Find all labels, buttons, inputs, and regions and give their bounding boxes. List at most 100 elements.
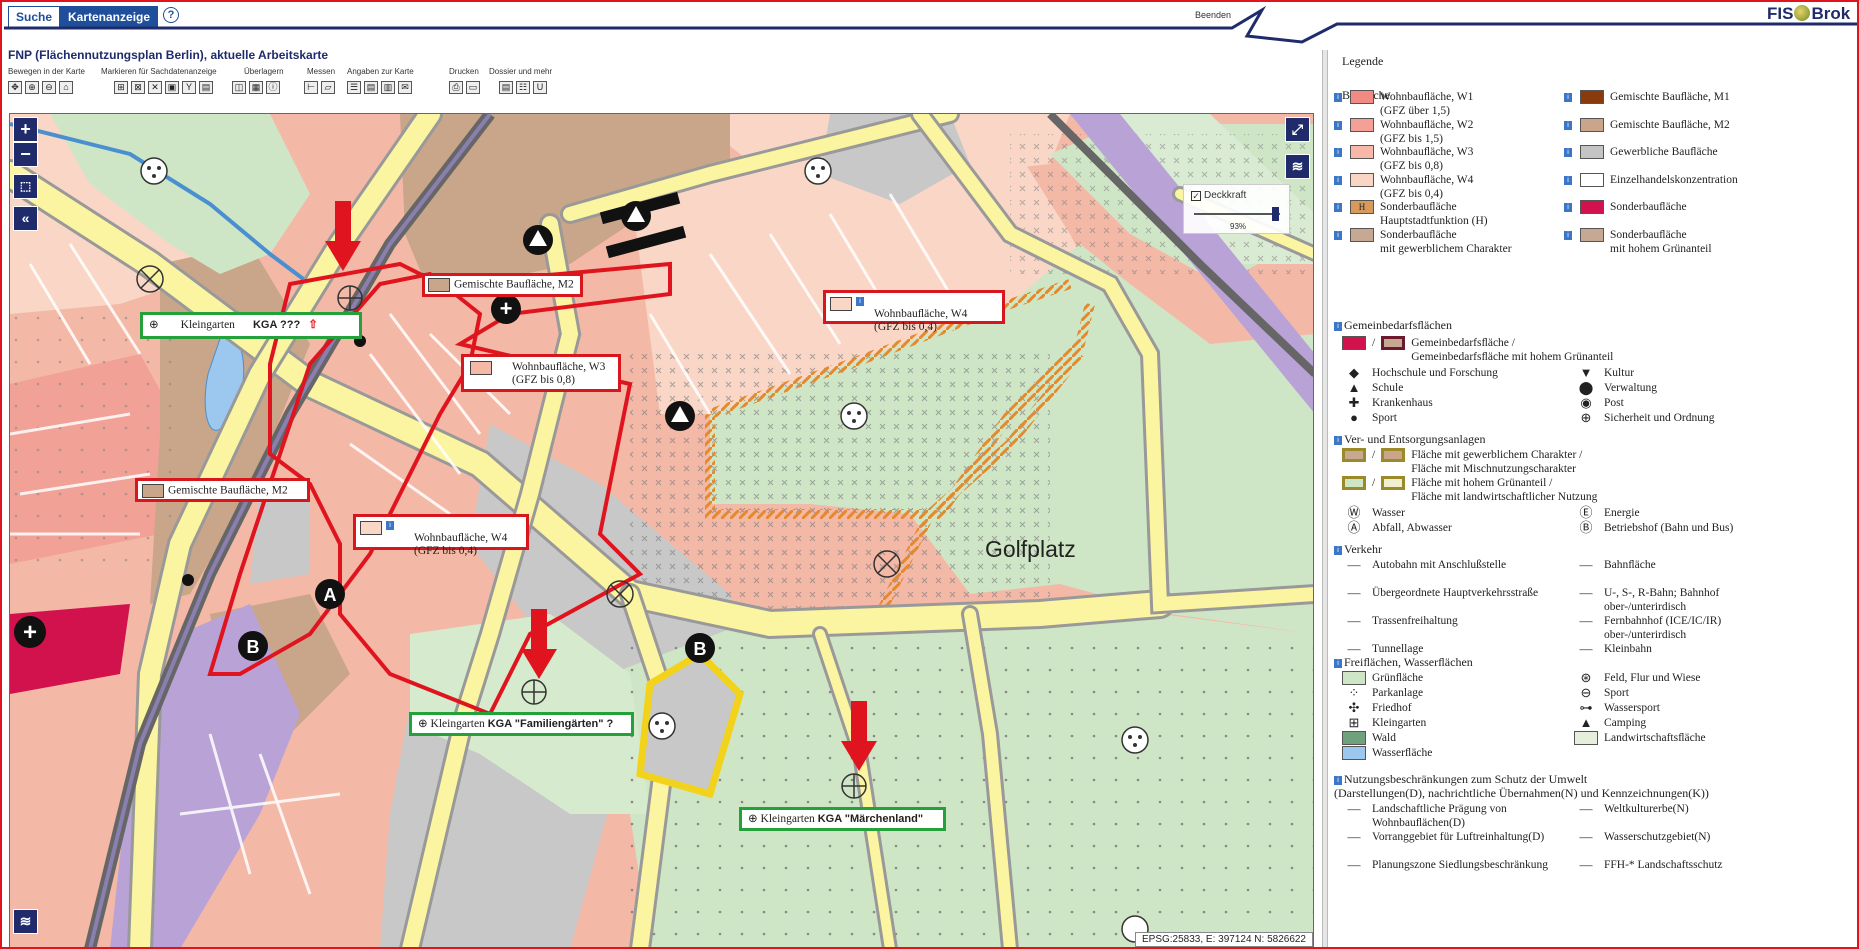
info-icon[interactable]: i [1334,230,1342,240]
legend-item: ⁘ Parkanlage [1342,686,1424,700]
legend-item: ● Sport [1342,411,1397,425]
info-icon[interactable]: i [1334,148,1342,157]
metadata-icon[interactable]: ▤ [364,81,378,94]
legend-item: ✣ Friedhof [1342,701,1412,715]
toolbar-group-label: Bewegen in der Karte [8,67,85,76]
legend-symbol-icon: ⊕ [1580,410,1592,425]
layer-switcher-icon[interactable]: ≋ [13,909,38,934]
zoom-out-button[interactable]: − [13,142,38,167]
legend-label: (GFZ bis 0,8) [1380,160,1443,172]
legend-swatch [1350,227,1374,242]
top-bar: Suche Kartenanzeige ? Beenden FIS Brok [2,2,1857,44]
zoom-box-icon[interactable]: ⬚ [13,174,38,199]
header-zigzag [4,5,1857,44]
collapse-panel-button[interactable]: « [13,206,38,231]
legend-swatch [1350,90,1374,104]
legend-label: Sport [1372,412,1397,424]
info-icon[interactable]: i [1334,120,1342,130]
kleingarten-icon: ⊕ [418,718,428,730]
zoom-in-icon[interactable]: ⊕ [25,81,39,94]
info-icon: i [1334,436,1342,445]
legend-symbol-icon: ✚ [1348,395,1360,410]
legend-line-icon: — [1579,641,1593,656]
pan-icon[interactable]: ✥ [8,81,22,94]
measure-area-icon[interactable]: ▱ [321,81,335,94]
callout-w4-top[interactable]: i Wohnbauﬂäche, W4 (GFZ bis 0,4) [823,290,1005,333]
opacity-checkbox[interactable]: ✓ [1191,191,1201,201]
legend-label: Sonderbauﬂäche [1610,201,1687,213]
info-icon[interactable]: i [1334,203,1342,212]
zoom-out-icon[interactable]: ⊖ [42,81,56,94]
info-icon[interactable]: ⓘ [266,81,280,94]
legend-swatch [1350,117,1374,132]
overlay-icon[interactable]: ▦ [249,81,263,94]
panel-splitter[interactable] [1322,50,1328,947]
fullscreen-icon[interactable]: ⤢ [1285,117,1310,142]
info-icon[interactable]: i [1564,203,1572,212]
info-icon[interactable]: i [1564,175,1572,185]
callout-m2-top[interactable]: Gemischte Bauﬂäche, M2 [422,273,583,297]
svg-text:B: B [694,639,707,659]
info-icon[interactable]: i [1564,230,1572,240]
layers-icon[interactable]: ≋ [1285,154,1310,179]
legend-symbol-icon: ◆ [1349,365,1359,380]
callout-kga-3[interactable]: ⊕ Kleingarten KGA "Märchenland" [739,807,946,831]
legend-label: Kleingarten [1372,717,1427,729]
legend-label: Wasserschutzgebiet(N) [1604,831,1711,843]
legend-label: (GFZ bis 1,5) [1380,132,1443,145]
legend-label: Grünﬂäche [1372,672,1424,684]
callout-m2-left[interactable]: Gemischte Bauﬂäche, M2 [135,478,310,502]
red-up-arrow-icon: ⇧ [308,319,318,331]
legend-label: Sport [1604,687,1629,699]
zoom-in-button[interactable]: + [13,117,38,142]
map-canvas[interactable]: + + A B B [10,114,1314,948]
table-icon[interactable]: ▤ [199,81,213,94]
home-icon[interactable]: ⌂ [59,81,73,94]
legend-label: Friedhof [1372,702,1412,714]
map-view[interactable]: + + A B B + − ⬚ « ⤢ ≋ ≋ ✓ Deckkraft 93% … [9,113,1314,948]
select-icon[interactable]: ⊞ [114,81,128,94]
mail-icon[interactable]: ✉ [398,81,412,94]
callout-w3[interactable]: Wohnbauﬂäche, W3 (GFZ bis 0,8) [461,354,621,392]
measure-distance-icon[interactable]: ⊢ [304,81,318,94]
filter-icon[interactable]: Y [182,81,196,94]
dossier-icon[interactable]: ▤ [499,81,513,94]
red-arrow-icon [325,201,361,271]
info-icon[interactable]: i [1564,120,1572,130]
info-icon[interactable]: i [1334,93,1342,102]
red-arrow-icon [841,701,877,771]
select-line-icon[interactable]: ✕ [148,81,162,94]
info-icon[interactable]: i [1334,175,1342,185]
document-icon[interactable]: ▥ [381,81,395,94]
info-icon[interactable]: i [1564,93,1572,102]
legend-item: Ⓑ Betriebshof (Bahn und Bus) [1574,521,1733,535]
toolbar-print-group: ⎙ ▭ [449,81,480,94]
legend-versorgung-row1: / Fläche mit gewerblichem Charakter / Flä… [1342,448,1582,476]
opacity-control[interactable]: ✓ Deckkraft 93% [1183,184,1290,234]
callout-w4-mid[interactable]: i Wohnbauﬂäche, W4 (GFZ bis 0,4) [353,514,529,557]
select-poly-icon[interactable]: ▣ [165,81,179,94]
legend-icon[interactable]: ☰ [347,81,361,94]
print-settings-icon[interactable]: ▭ [466,81,480,94]
fis-broker-logo[interactable]: FIS Brok [1767,4,1850,24]
legend-section-heading: i Gemeinbedarfsﬂächen [1334,318,1452,333]
logout-link[interactable]: Beenden [1195,10,1231,20]
info-icon[interactable]: i [1564,148,1572,157]
select-area-icon[interactable]: ⊠ [131,81,145,94]
opacity-slider-handle[interactable] [1272,207,1279,221]
legend-swatch [1342,731,1366,745]
url-icon[interactable]: U [533,81,547,94]
info-icon: i [386,521,394,530]
legend-label: FFH-* Landschaftsschutz [1604,859,1723,871]
callout-kga-2[interactable]: ⊕ Kleingarten KGA "Familiengärten" ? [409,712,634,736]
legend-label: Gemischte Bauﬂäche, M1 [1610,91,1730,103]
callout-kga-1[interactable]: ⊕ Kleingarten KGA ??? ⇧ [140,312,362,339]
legend-symbol-icon: ⊶ [1579,700,1593,715]
opacity-slider-track[interactable] [1194,213,1280,215]
legend-section-heading: i Freiﬂächen, Wasserﬂächen [1334,655,1473,670]
print-icon[interactable]: ⎙ [449,81,463,94]
dossier-list-icon[interactable]: ☷ [516,81,530,94]
layers-icon[interactable]: ◫ [232,81,246,94]
legend-label: Wohnbauﬂäche, W4 [1380,173,1474,186]
legend-symbol-icon: ⊞ [1348,715,1360,730]
